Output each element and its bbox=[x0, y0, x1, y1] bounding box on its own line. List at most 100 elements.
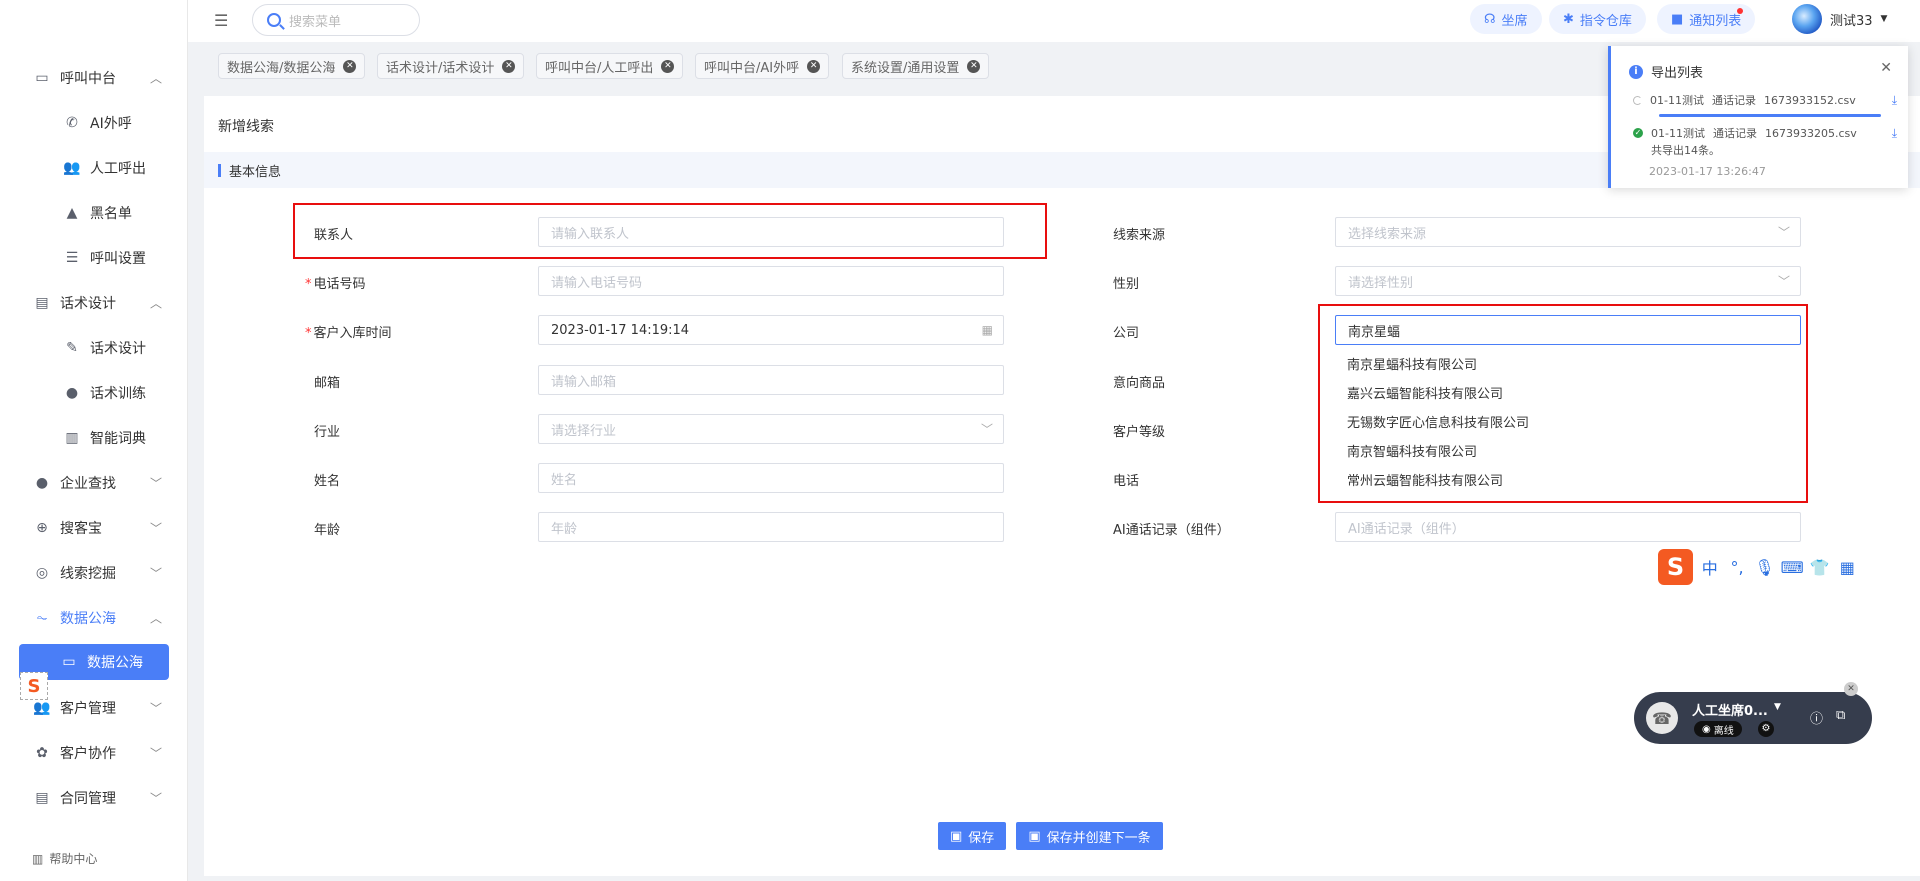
seat-button-label: 坐席 bbox=[1501, 13, 1528, 29]
export-row-name: 01-11测试 bbox=[1651, 127, 1705, 140]
chevron-down-icon: ﹀ bbox=[980, 422, 993, 437]
entry-time-value: 2023-01-17 14:19:14 bbox=[551, 322, 690, 338]
pen-icon: ✎ bbox=[66, 339, 78, 356]
sidebar-item-label: 呼叫中台 bbox=[60, 70, 116, 87]
save-button[interactable]: ▣ 保存 bbox=[938, 822, 1007, 850]
industry-select[interactable]: 请选择行业 ﹀ bbox=[538, 414, 1004, 444]
toolbox-icon[interactable]: ▦ bbox=[1837, 556, 1858, 578]
sidebar-item-label: 合同管理 bbox=[60, 790, 116, 807]
gender-select[interactable]: 请选择性别 ﹀ bbox=[1335, 266, 1801, 296]
sidebar-item[interactable]: ✎ 话术设计 bbox=[0, 325, 188, 370]
search-input[interactable]: 搜索菜单 bbox=[252, 4, 420, 36]
ime-lang-toggle[interactable]: 中 bbox=[1699, 556, 1720, 578]
tab-item[interactable]: 数据公海/数据公海 ✕ bbox=[218, 53, 366, 79]
alert-icon[interactable]: ⓘ bbox=[1810, 708, 1823, 727]
phone-label: * 电话号码 bbox=[305, 277, 366, 292]
chevron-icon: ︿ bbox=[149, 296, 162, 310]
tab-item[interactable]: 话术设计/话术设计 ✕ bbox=[377, 53, 525, 79]
agent-name: 人工坐席0... bbox=[1692, 704, 1768, 719]
sidebar-item[interactable]: ▤ 话术设计 ︿ bbox=[0, 280, 188, 325]
tab-item[interactable]: 呼叫中台/人工呼出 ✕ bbox=[536, 53, 684, 79]
chevron-icon: ﹀ bbox=[149, 791, 162, 805]
bolt-icon: ✱ bbox=[1563, 11, 1574, 27]
user-name: 测试33 bbox=[1830, 13, 1873, 29]
sidebar-item[interactable]: ⏦ 数据公海 ︿ bbox=[0, 595, 188, 640]
tab-label: 呼叫中台/人工呼出 bbox=[545, 60, 654, 76]
lead-source-select[interactable]: 选择线索来源 ﹀ bbox=[1335, 217, 1801, 247]
sidebar-item[interactable]: ☰ 呼叫设置 bbox=[0, 235, 188, 280]
download-icon[interactable]: ⤓ bbox=[1892, 93, 1897, 108]
ai-call-record-input[interactable]: AI通话记录（组件） bbox=[1335, 512, 1801, 542]
entry-time-label: * 客户入库时间 bbox=[305, 326, 392, 341]
tab-item[interactable]: 系统设置/通用设置 ✕ bbox=[842, 53, 990, 79]
sidebar-item[interactable]: ● 话术训练 bbox=[0, 370, 188, 415]
entry-time-input[interactable]: 2023-01-17 14:19:14 ▦ bbox=[538, 315, 1004, 345]
book-icon: ▥ bbox=[65, 429, 79, 446]
chevron-icon: ﹀ bbox=[149, 476, 162, 490]
sidebar-item[interactable]: ▲ 黑名单 bbox=[0, 190, 188, 235]
sidebar-item[interactable]: ▤ 合同管理 ﹀ bbox=[0, 775, 188, 820]
user-menu[interactable]: 测试33 ▼ bbox=[1792, 4, 1887, 34]
phone-input[interactable]: 请输入电话号码 bbox=[538, 266, 1004, 296]
save-label: 保存 bbox=[968, 830, 995, 846]
command-repo-label: 指令仓库 bbox=[1579, 13, 1632, 29]
close-icon[interactable]: ✕ bbox=[1844, 682, 1858, 696]
document-icon: ▤ bbox=[35, 294, 49, 311]
sidebar-item[interactable]: ● 企业查找 ﹀ bbox=[0, 460, 188, 505]
save-and-next-button[interactable]: ▣ 保存并创建下一条 bbox=[1016, 822, 1163, 850]
close-icon[interactable]: ✕ bbox=[343, 59, 357, 73]
form-actions: ▣ 保存 ▣ 保存并创建下一条 bbox=[938, 822, 1163, 850]
close-icon[interactable]: ✕ bbox=[502, 59, 516, 73]
save-icon: ▣ bbox=[950, 828, 963, 844]
skin-icon[interactable]: 👕 bbox=[1809, 556, 1830, 578]
chart-icon: ⏦ bbox=[36, 609, 48, 626]
email-input[interactable]: 请输入邮箱 bbox=[538, 365, 1004, 395]
search-icon bbox=[267, 13, 281, 27]
tab-label: 系统设置/通用设置 bbox=[851, 60, 960, 76]
sidebar-item[interactable]: ✿ 客户协作 ﹀ bbox=[0, 730, 188, 775]
name-label: 姓名 bbox=[314, 474, 341, 489]
command-repo-button[interactable]: ✱ 指令仓库 bbox=[1549, 4, 1646, 34]
highlight-box-contact bbox=[293, 203, 1047, 259]
caret-down-icon[interactable]: ▼ bbox=[1774, 702, 1781, 712]
tab-item[interactable]: 呼叫中台/AI外呼 ✕ bbox=[695, 53, 830, 79]
help-center-label: 帮助中心 bbox=[49, 852, 98, 866]
sidebar-item[interactable]: ◎ 线索挖掘 ﹀ bbox=[0, 550, 188, 595]
seat-button[interactable]: ☊ 坐席 bbox=[1470, 4, 1542, 34]
ime-badge-icon[interactable]: S bbox=[20, 672, 48, 700]
close-icon[interactable]: ✕ bbox=[807, 59, 821, 73]
phone-icon[interactable]: ☎ bbox=[1646, 702, 1678, 734]
phone-widget[interactable]: ☎ 人工坐席0... ▼ ◉ 离线 ⚙ ⓘ ⧉ bbox=[1634, 692, 1872, 744]
sidebar-item-label: 话术设计 bbox=[90, 340, 146, 357]
menu-collapse-icon[interactable]: ☰ bbox=[214, 11, 228, 30]
punctuation-icon[interactable]: °, bbox=[1726, 556, 1747, 578]
customer-level-label: 客户等级 bbox=[1113, 425, 1166, 440]
gear-icon[interactable]: ⚙ bbox=[1758, 721, 1774, 737]
close-icon[interactable]: ✕ bbox=[661, 59, 675, 73]
notification-list-button[interactable]: ■ 通知列表 bbox=[1657, 4, 1756, 34]
minimize-icon[interactable]: ⧉ bbox=[1836, 708, 1845, 723]
status-badge[interactable]: ◉ 离线 bbox=[1694, 721, 1742, 737]
chevron-down-icon: ﹀ bbox=[1777, 225, 1790, 240]
download-icon[interactable]: ⤓ bbox=[1892, 126, 1897, 141]
sidebar-item[interactable]: ▥ 智能词典 bbox=[0, 415, 188, 460]
sidebar-item[interactable]: ⊕ 搜客宝 ﹀ bbox=[0, 505, 188, 550]
chevron-icon: ﹀ bbox=[149, 566, 162, 580]
phone-placeholder: 请输入电话号码 bbox=[551, 275, 643, 291]
sidebar-item[interactable]: ▭ 呼叫中台 ︿ bbox=[0, 55, 188, 100]
age-input[interactable]: 年龄 bbox=[538, 512, 1004, 542]
help-center-link[interactable]: ▥ 帮助中心 bbox=[32, 850, 97, 867]
sidebar-item[interactable]: ✆ AI外呼 bbox=[0, 100, 188, 145]
book-icon: ▥ bbox=[32, 851, 44, 866]
phone-icon: ✆ bbox=[66, 114, 78, 131]
close-icon[interactable]: ✕ bbox=[1880, 60, 1892, 76]
microphone-icon[interactable]: 🎙 bbox=[1754, 556, 1775, 578]
close-icon[interactable]: ✕ bbox=[967, 59, 981, 73]
sogou-logo-icon[interactable]: S bbox=[1658, 549, 1694, 585]
name-input[interactable]: 姓名 bbox=[538, 463, 1004, 493]
bell-icon: ■ bbox=[1671, 11, 1684, 27]
keyboard-icon[interactable]: ⌨ bbox=[1781, 556, 1804, 578]
info-icon: i bbox=[1629, 64, 1643, 79]
status-label: 离线 bbox=[1713, 725, 1734, 737]
sidebar-item[interactable]: 👥 人工呼出 bbox=[0, 145, 188, 190]
